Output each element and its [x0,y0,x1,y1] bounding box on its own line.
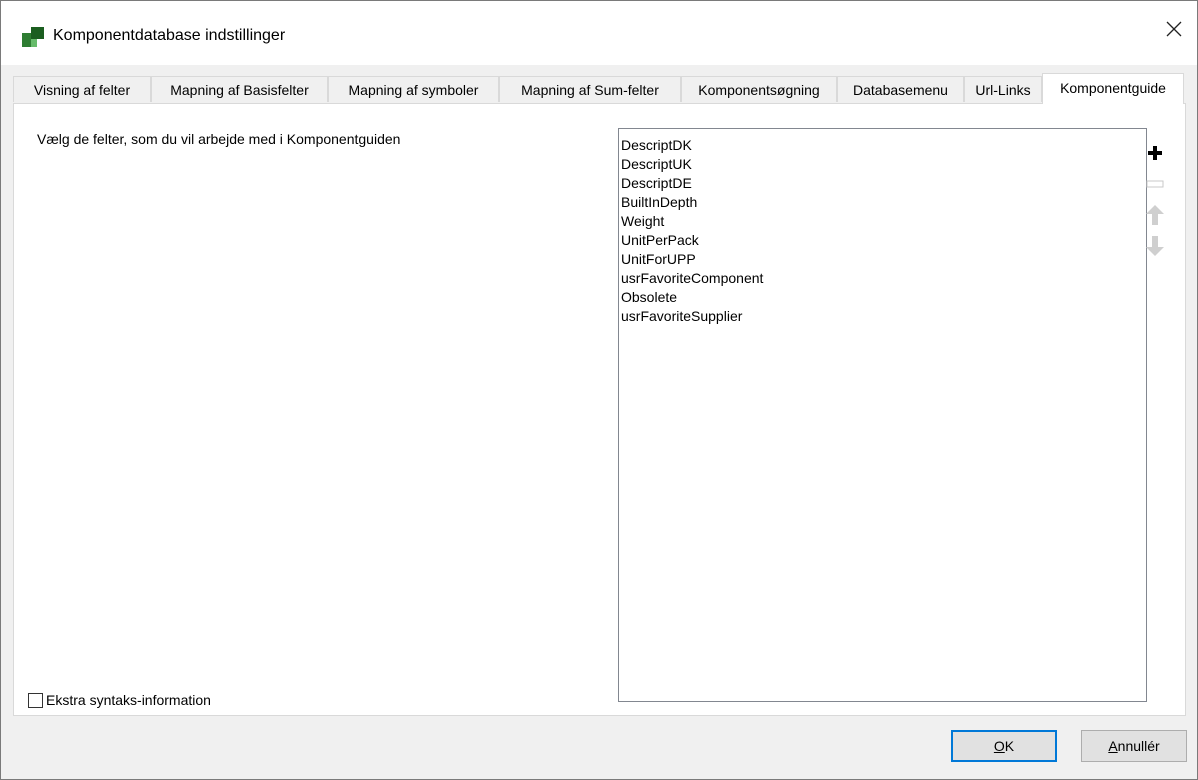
extra-syntax-checkbox[interactable]: Ekstra syntaks-information [28,692,211,708]
close-button[interactable] [1151,9,1197,49]
tab-komponentguide[interactable]: Komponentguide [1042,73,1184,104]
checkbox-box[interactable] [28,692,43,708]
window-title: Komponentdatabase indstillinger [53,27,286,44]
list-item[interactable]: Obsolete [621,288,677,307]
tab-panel-komponentguide: Vælg de felter, som du vil arbejde med i… [13,103,1186,716]
checkbox-label: Ekstra syntaks-information [46,692,211,708]
ok-button[interactable]: OK [951,730,1057,762]
add-field-button[interactable] [1142,140,1168,166]
ok-mnemonic: O [993,738,1005,754]
minus-icon [1146,180,1164,188]
list-item[interactable]: UnitPerPack [621,231,699,250]
list-item[interactable]: DescriptDK [621,136,692,155]
tab-komponentsoegning[interactable]: Komponentsøgning [681,76,837,102]
remove-field-button[interactable] [1142,171,1168,197]
cancel-button[interactable]: Annullér [1081,730,1187,762]
list-item[interactable]: BuiltInDepth [621,193,697,212]
arrow-down-icon [1146,236,1164,256]
list-item[interactable]: DescriptUK [621,155,692,174]
tab-visning-af-felter[interactable]: Visning af felter [13,76,151,102]
ok-label-rest: K [1004,738,1015,754]
tab-databasemenu[interactable]: Databasemenu [837,76,964,102]
dialog-window: Komponentdatabase indstillinger Visning … [0,0,1198,780]
close-icon [1166,21,1182,37]
tab-mapning-af-sum-felter[interactable]: Mapning af Sum-felter [499,76,681,102]
list-item[interactable]: DescriptDE [621,174,692,193]
instruction-label: Vælg de felter, som du vil arbejde med i… [37,131,401,147]
title-bar: Komponentdatabase indstillinger [1,1,1197,65]
tab-url-links[interactable]: Url-Links [964,76,1042,102]
move-up-button[interactable] [1142,202,1168,228]
cancel-label-rest: nnullér [1117,738,1160,754]
tab-mapning-af-basisfelter[interactable]: Mapning af Basisfelter [151,76,328,102]
fields-listbox[interactable]: DescriptDK DescriptUK DescriptDE BuiltIn… [618,128,1147,702]
tab-mapning-af-symboler[interactable]: Mapning af symboler [328,76,499,102]
list-item[interactable]: Weight [621,212,664,231]
arrow-up-icon [1146,205,1164,225]
list-item[interactable]: usrFavoriteComponent [621,269,763,288]
list-item[interactable]: UnitForUPP [621,250,696,269]
cancel-mnemonic: A [1108,738,1118,754]
list-item[interactable]: usrFavoriteSupplier [621,307,742,326]
plus-icon [1148,146,1162,160]
move-down-button[interactable] [1142,233,1168,259]
app-icon [22,27,44,47]
